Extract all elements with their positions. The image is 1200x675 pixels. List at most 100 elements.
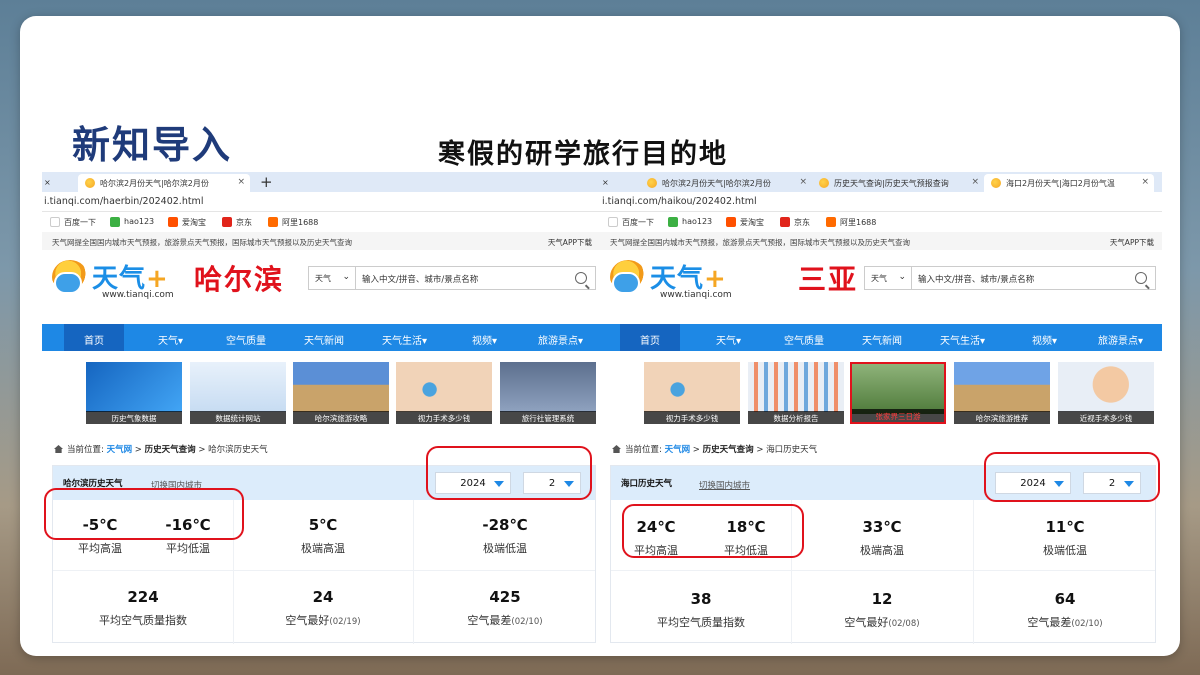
hao123-icon	[668, 217, 678, 227]
thumb-harbin-travel[interactable]: 哈尔滨旅游推荐	[954, 362, 1050, 424]
thumb-myopia-surgery[interactable]: 近视手术多少钱	[1058, 362, 1154, 424]
nav-air-quality[interactable]: 空气质量	[226, 332, 266, 347]
thumb-statistics[interactable]: 数据统计网站	[190, 362, 286, 424]
nav-weather[interactable]: 天气▾	[716, 332, 741, 347]
thumb-eye-surgery[interactable]: 视力手术多少钱	[396, 362, 492, 424]
bookmark-hao123[interactable]: hao123	[110, 217, 154, 227]
notice-bar: 天气网提全国国内城市天气预报，旅游景点天气预报，国际城市天气预报以及历史天气查询…	[42, 232, 600, 250]
bookmark-baidu[interactable]: 百度一下	[50, 217, 96, 228]
extreme-low-label: 极端低温	[1043, 544, 1087, 557]
site-header: 天气+ www.tianqi.com 哈尔滨 天气 ⌄ 输入中文/拼音、城市/景点…	[42, 252, 600, 310]
breadcrumb-home[interactable]: 天气网	[665, 445, 691, 455]
nav-video[interactable]: 视频▾	[472, 332, 497, 347]
url-bar[interactable]: i.tianqi.com/haikou/202402.html	[600, 192, 1162, 212]
nav-weather-news[interactable]: 天气新闻	[862, 332, 902, 347]
taobao-icon	[168, 217, 178, 227]
app-download-link[interactable]: 天气APP下载	[548, 237, 592, 248]
nav-home[interactable]: 首页	[620, 324, 680, 351]
tab-haikou-weather[interactable]: 海口2月份天气|海口2月份气温 ×	[984, 174, 1154, 192]
site-header: 天气+ www.tianqi.com 三亚 天气 ⌄ 输入中文/拼音、城市/景点名…	[600, 252, 1162, 310]
breadcrumb-home[interactable]: 天气网	[107, 445, 133, 455]
thumb-travel-agency[interactable]: 旅行社管理系统	[500, 362, 596, 424]
browser-tabbar: × 哈尔滨2月份天气|哈尔滨2月份 × 历史天气查询|历史天气预报查询 × 海口…	[600, 172, 1162, 192]
close-icon[interactable]: ×	[971, 177, 979, 187]
thumb-harbin-travel[interactable]: 哈尔滨旅游攻略	[293, 362, 389, 424]
tianqi-logo-icon[interactable]	[610, 260, 646, 294]
weather-icons-image	[86, 362, 182, 412]
breadcrumb-mid[interactable]: 历史天气查询	[703, 445, 754, 455]
search-type-select[interactable]: 天气 ⌄	[864, 266, 912, 290]
main-nav: 首页 天气▾ 空气质量 天气新闻 天气生活▾ 视频▾ 旅游景点▾	[42, 324, 600, 351]
thumb-eye-surgery[interactable]: 视力手术多少钱	[644, 362, 740, 424]
nav-video[interactable]: 视频▾	[1032, 332, 1057, 347]
tab-fragment[interactable]: ×	[602, 174, 630, 192]
thumb-data-report[interactable]: 数据分析报告	[748, 362, 844, 424]
worst-air-value: 64	[1054, 590, 1076, 608]
close-icon[interactable]: ×	[237, 177, 245, 187]
tab-history-query[interactable]: 历史天气查询|历史天气预报查询 ×	[812, 174, 984, 192]
nav-home[interactable]: 首页	[64, 324, 124, 351]
avg-aqi-value: 224	[127, 588, 159, 606]
bookmark-aitaobao[interactable]: 爱淘宝	[726, 217, 764, 228]
nav-air-quality[interactable]: 空气质量	[784, 332, 824, 347]
extreme-low-value: -28℃	[482, 516, 528, 534]
avg-aqi-label: 平均空气质量指数	[657, 616, 745, 629]
search-icon[interactable]	[1135, 272, 1147, 284]
tab-harbin-weather[interactable]: 哈尔滨2月份天气|哈尔滨2月份 ×	[640, 174, 812, 192]
nav-travel[interactable]: 旅游景点▾	[1098, 332, 1143, 347]
nav-weather-news[interactable]: 天气新闻	[304, 332, 344, 347]
card-title: 海口历史天气	[621, 479, 673, 489]
date-highlight-ring	[984, 452, 1160, 502]
search-input[interactable]: 输入中文/拼音、城市/景点名称	[356, 266, 596, 290]
search-type-select[interactable]: 天气 ⌄	[308, 266, 356, 290]
switch-city-link[interactable]: 切换国内城市	[699, 479, 750, 491]
avg-aqi-value: 38	[690, 590, 712, 608]
url-bar[interactable]: i.tianqi.com/haerbin/202402.html	[42, 192, 600, 212]
search-input[interactable]: 输入中文/拼音、城市/景点名称	[912, 266, 1156, 290]
breadcrumb-mid[interactable]: 历史天气查询	[145, 445, 196, 455]
extreme-low-label: 极端低温	[483, 542, 527, 555]
nav-weather[interactable]: 天气▾	[158, 332, 183, 347]
tab-harbin-weather[interactable]: 哈尔滨2月份天气|哈尔滨2月份 ×	[78, 174, 250, 192]
home-icon	[612, 445, 621, 453]
bookmark-hao123[interactable]: hao123	[668, 217, 712, 227]
slide-subtitle: 寒假的研学旅行目的地	[438, 139, 728, 170]
city-annotation: 三亚	[798, 263, 859, 296]
bookmark-baidu[interactable]: 百度一下	[608, 217, 654, 228]
worst-air-label: 空气最差(02/10)	[1027, 616, 1103, 629]
promo-thumbnails: 视力手术多少钱 数据分析报告 张家界三日游 哈尔滨旅游推荐 近视手术多少钱	[600, 362, 1162, 426]
thumb-weather-data[interactable]: 历史气象数据	[86, 362, 182, 424]
close-icon[interactable]: ×	[1141, 177, 1149, 187]
bookmarks-bar: 百度一下 hao123 爱淘宝 京东 阿里1688	[42, 213, 600, 231]
close-icon[interactable]: ×	[799, 177, 807, 187]
dashboard-image	[190, 362, 286, 412]
bookmark-jd[interactable]: 京东	[222, 217, 252, 228]
tab-fragment-close[interactable]: ×	[44, 174, 51, 192]
avg-aqi-label: 平均空气质量指数	[99, 614, 187, 627]
nav-weather-life[interactable]: 天气生活▾	[382, 332, 427, 347]
tab-label: 海口2月份天气|海口2月份气温	[1006, 179, 1115, 188]
weather-favicon-icon	[647, 178, 657, 188]
tianqi-logo-icon[interactable]	[52, 260, 88, 294]
nav-weather-life[interactable]: 天气生活▾	[940, 332, 985, 347]
alibaba-icon	[826, 217, 836, 227]
home-icon	[54, 445, 63, 453]
best-air-value: 24	[312, 588, 334, 606]
taobao-icon	[726, 217, 736, 227]
bookmark-aitaobao[interactable]: 爱淘宝	[168, 217, 206, 228]
thumb-zhangjiajie[interactable]: 张家界三日游	[850, 362, 946, 424]
app-download-link[interactable]: 天气APP下载	[1110, 237, 1154, 248]
temp-highlight-ring	[622, 504, 804, 558]
search-icon[interactable]	[575, 272, 587, 284]
bookmark-jd[interactable]: 京东	[780, 217, 810, 228]
breadcrumb: 当前位置: 天气网 > 历史天气查询 > 哈尔滨历史天气	[54, 443, 268, 455]
bookmark-1688[interactable]: 阿里1688	[826, 217, 876, 228]
site-logo-url: www.tianqi.com	[102, 290, 174, 300]
extreme-high-label: 极端高温	[301, 542, 345, 555]
bookmark-1688[interactable]: 阿里1688	[268, 217, 318, 228]
globe-icon	[608, 217, 618, 227]
best-air-label: 空气最好(02/19)	[285, 614, 361, 627]
new-tab-button[interactable]: +	[260, 173, 273, 191]
nav-travel[interactable]: 旅游景点▾	[538, 332, 583, 347]
extreme-low-value: 11℃	[1045, 518, 1085, 536]
